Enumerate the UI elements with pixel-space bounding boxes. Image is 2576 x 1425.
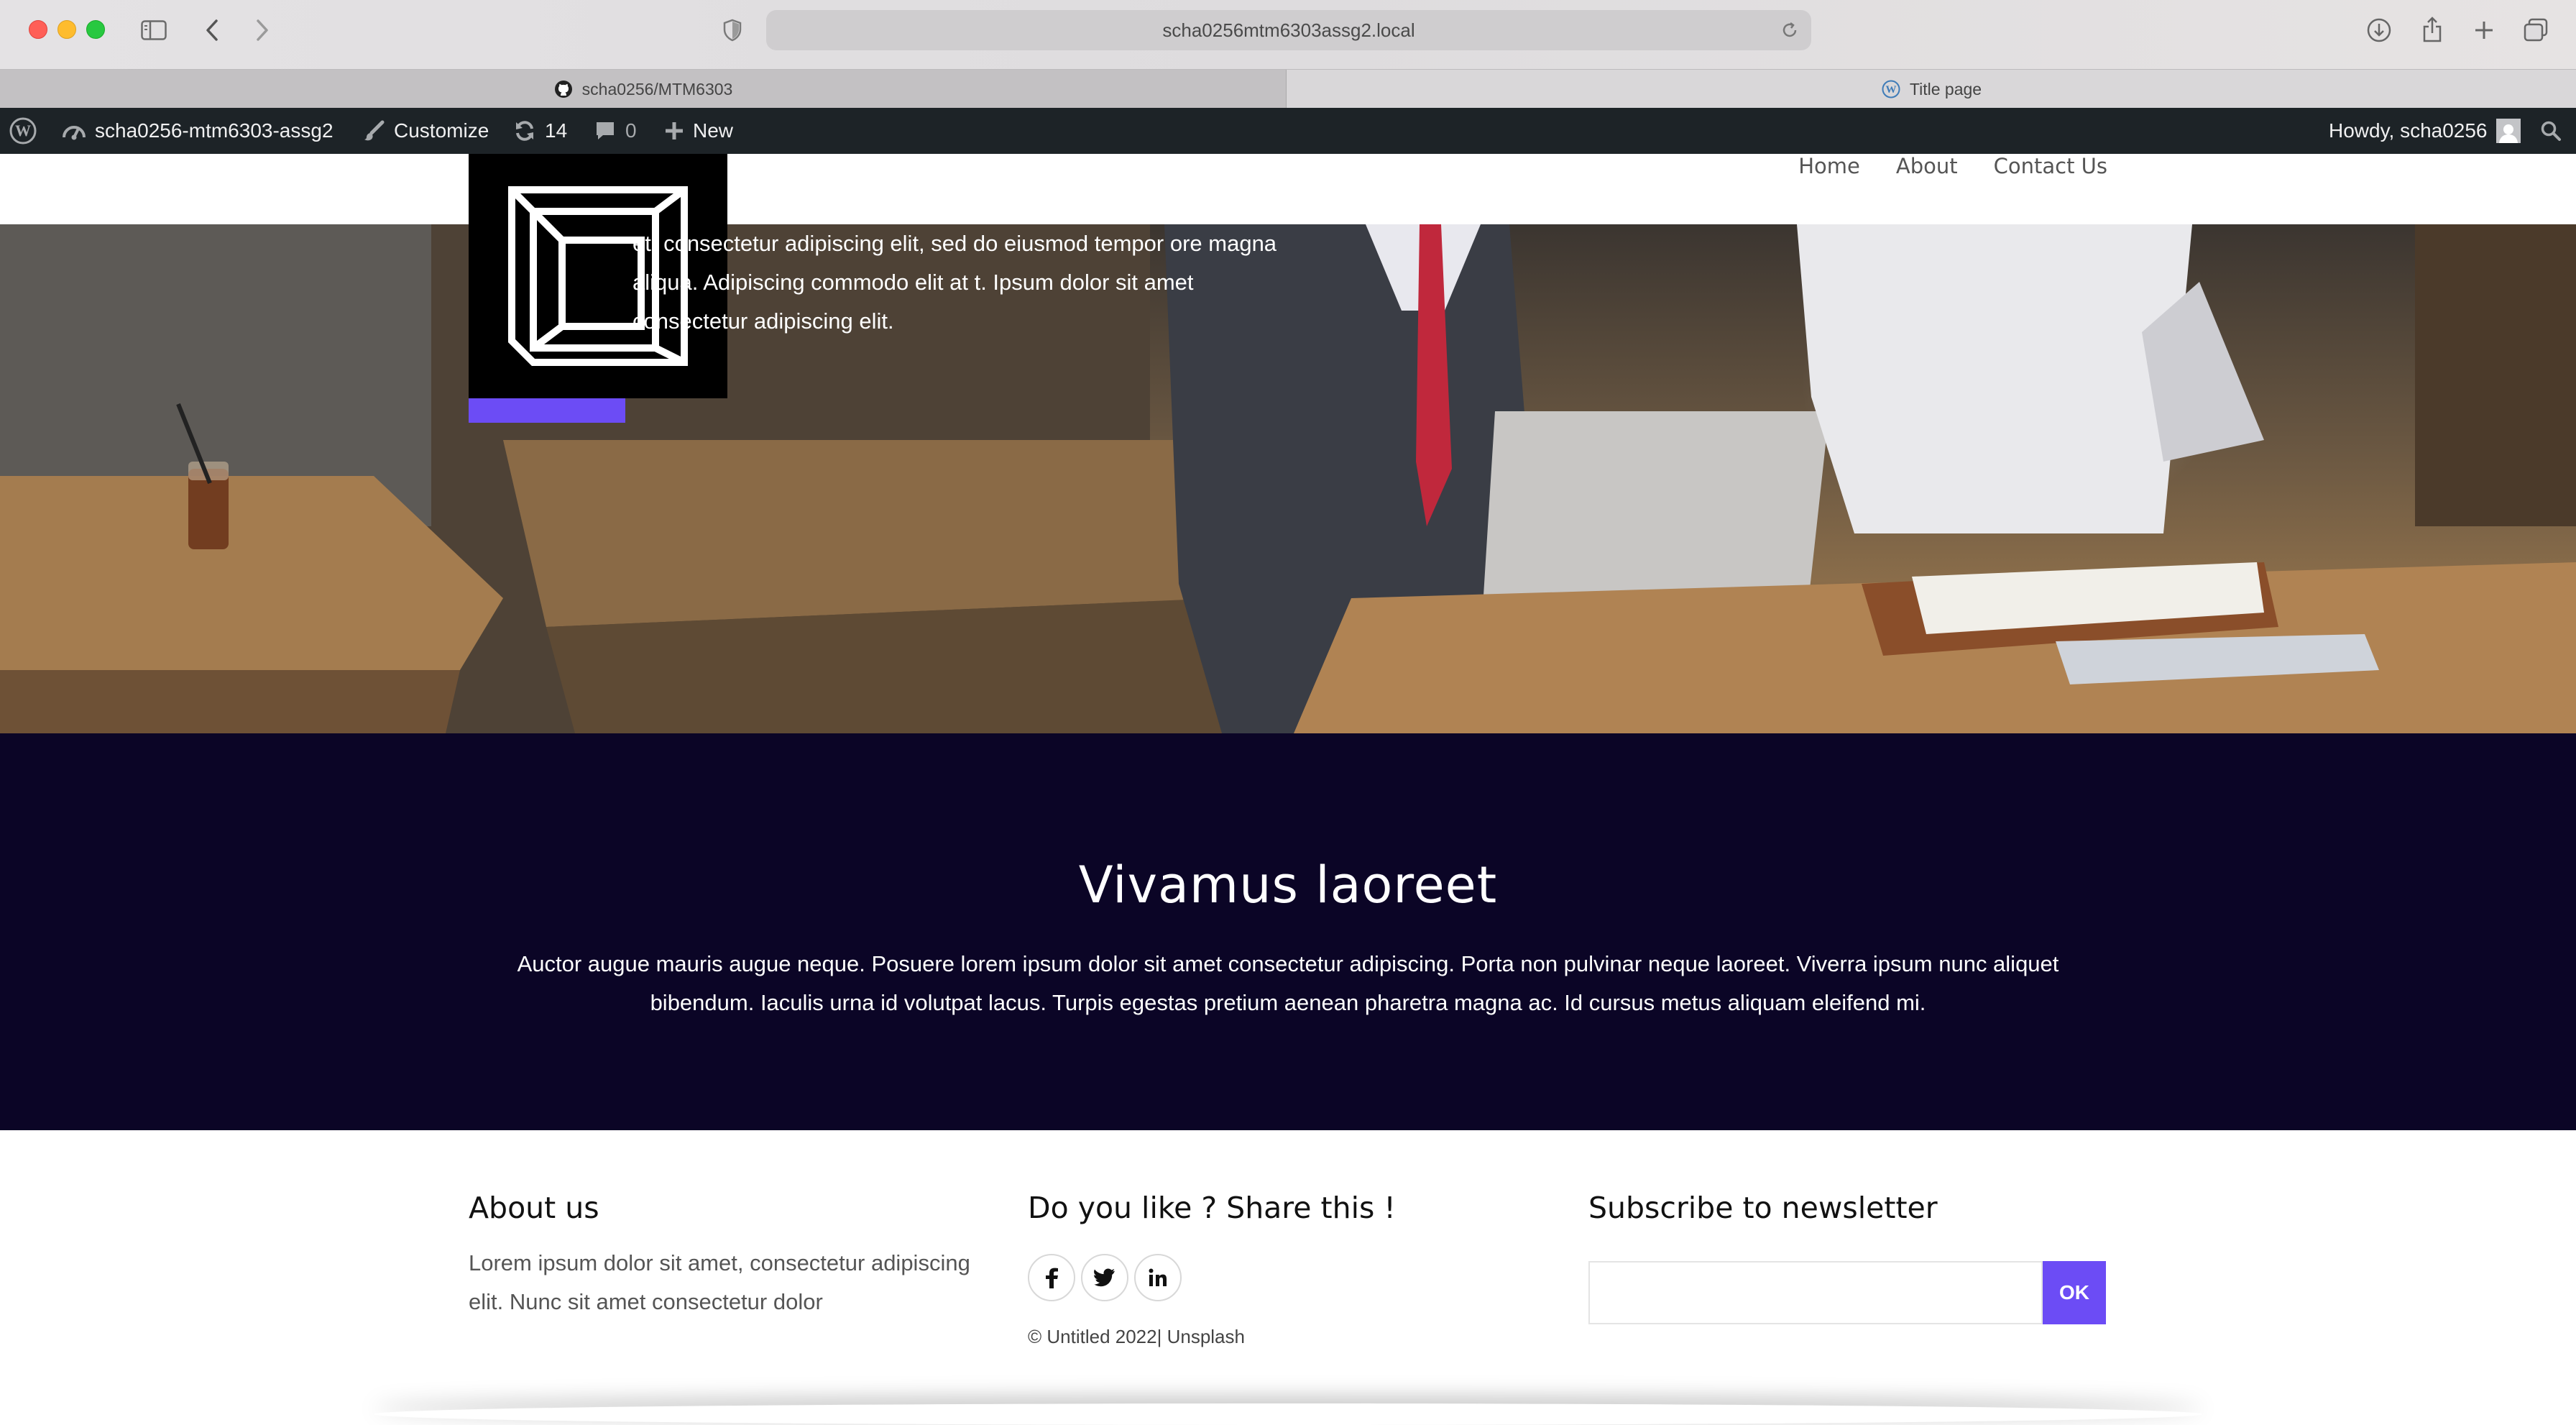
nav-contact-us[interactable]: Contact Us bbox=[1994, 154, 2107, 178]
url-text: scha0256mtm6303assg2.local bbox=[1162, 19, 1415, 41]
tab-github[interactable]: scha0256/MTM6303 bbox=[0, 70, 1287, 109]
paintbrush-icon bbox=[362, 119, 385, 142]
newsletter-form: OK bbox=[1588, 1261, 2106, 1324]
newsletter-title: Subscribe to newsletter bbox=[1588, 1191, 1938, 1225]
nav-home[interactable]: Home bbox=[1798, 154, 1860, 178]
dashboard-icon bbox=[62, 120, 86, 142]
about-title: About us bbox=[469, 1191, 599, 1225]
wordpress-logo-icon: W bbox=[9, 116, 37, 145]
updates-link[interactable]: 14 bbox=[513, 108, 567, 154]
page-bottom-shadow bbox=[374, 1403, 2202, 1425]
browser-toolbar: scha0256mtm6303assg2.local bbox=[0, 0, 2576, 69]
back-icon[interactable] bbox=[200, 16, 224, 45]
facebook-icon bbox=[1046, 1268, 1058, 1288]
feature-section: Vivamus laoreet Auctor augue mauris augu… bbox=[0, 733, 2576, 1130]
comments-count: 0 bbox=[625, 119, 637, 142]
linkedin-button[interactable] bbox=[1134, 1254, 1182, 1301]
howdy-label: Howdy, scha0256 bbox=[2329, 119, 2488, 142]
new-tab-icon[interactable] bbox=[2470, 16, 2498, 45]
tab-bar: scha0256/MTM6303 W Title page bbox=[0, 69, 2576, 109]
svg-text:W: W bbox=[15, 122, 31, 139]
updates-count: 14 bbox=[545, 119, 568, 142]
tab-label: scha0256/MTM6303 bbox=[581, 79, 733, 98]
nav-about[interactable]: About bbox=[1896, 154, 1958, 178]
sidebar-toggle-icon[interactable] bbox=[139, 16, 168, 45]
zoom-window-button[interactable] bbox=[86, 20, 105, 39]
wp-admin-bar: W scha0256-mtm6303-assg2 Customize 14 0 … bbox=[0, 108, 2576, 154]
section-title: Vivamus laoreet bbox=[1078, 856, 1498, 915]
updates-icon bbox=[513, 119, 536, 142]
admin-search-button[interactable] bbox=[2540, 108, 2562, 154]
tab-label: Title page bbox=[1909, 79, 1982, 98]
primary-navigation: Home About Contact Us bbox=[1798, 154, 2107, 178]
section-body: Auctor augue mauris augue neque. Posuere… bbox=[517, 951, 2059, 1015]
downloads-icon[interactable] bbox=[2365, 16, 2393, 45]
tab-overview-icon[interactable] bbox=[2521, 16, 2550, 45]
site-name-menu[interactable]: scha0256-mtm6303-assg2 bbox=[62, 108, 334, 154]
twitter-button[interactable] bbox=[1081, 1254, 1128, 1301]
privacy-shield-icon[interactable] bbox=[719, 16, 746, 45]
hero-photo-illustration bbox=[0, 224, 2576, 733]
comment-bubble-icon bbox=[594, 119, 617, 142]
newsletter-submit-button[interactable]: OK bbox=[2043, 1261, 2106, 1324]
footer-about: About us Lorem ipsum dolor sit amet, con… bbox=[469, 1191, 1000, 1321]
minimize-window-button[interactable] bbox=[58, 20, 76, 39]
site-header bbox=[0, 154, 2576, 224]
my-account-menu[interactable]: Howdy, scha0256 bbox=[2329, 108, 2521, 154]
customize-label: Customize bbox=[394, 119, 489, 142]
search-icon bbox=[2540, 120, 2562, 142]
customize-link[interactable]: Customize bbox=[362, 108, 489, 154]
new-content-menu[interactable]: New bbox=[664, 108, 733, 154]
forward-icon[interactable] bbox=[250, 16, 275, 45]
facebook-button[interactable] bbox=[1028, 1254, 1075, 1301]
footer-share: Do you like ? Share this ! © Untitled 20… bbox=[1028, 1191, 1396, 1348]
newsletter-email-input[interactable] bbox=[1588, 1261, 2043, 1324]
avatar bbox=[2496, 119, 2521, 143]
reload-icon[interactable] bbox=[1778, 19, 1801, 42]
hero-cta-button[interactable] bbox=[469, 398, 625, 423]
comments-link[interactable]: 0 bbox=[594, 108, 637, 154]
share-title: Do you like ? Share this ! bbox=[1028, 1191, 1396, 1225]
github-icon bbox=[553, 79, 574, 99]
hero-paragraph: et, consectetur adipiscing elit, sed do … bbox=[632, 231, 1277, 334]
address-bar[interactable]: scha0256mtm6303assg2.local bbox=[766, 10, 1811, 50]
share-icon[interactable] bbox=[2418, 14, 2447, 45]
copyright-text: © Untitled 2022| Unsplash bbox=[1028, 1326, 1245, 1347]
close-window-button[interactable] bbox=[29, 20, 47, 39]
twitter-icon bbox=[1094, 1268, 1115, 1287]
site-name-label: scha0256-mtm6303-assg2 bbox=[95, 119, 334, 142]
social-links bbox=[1028, 1254, 1396, 1301]
linkedin-icon bbox=[1149, 1268, 1167, 1286]
wordpress-icon: W bbox=[1881, 79, 1901, 99]
plus-icon bbox=[664, 121, 684, 141]
about-text: Lorem ipsum dolor sit amet, consectetur … bbox=[469, 1250, 970, 1314]
new-label: New bbox=[693, 119, 734, 142]
footer-newsletter: Subscribe to newsletter OK bbox=[1588, 1191, 2106, 1324]
svg-text:W: W bbox=[1885, 84, 1896, 96]
wp-logo-menu[interactable]: W bbox=[9, 108, 37, 154]
site-footer: About us Lorem ipsum dolor sit amet, con… bbox=[0, 1130, 2576, 1411]
hero-image bbox=[0, 224, 2576, 733]
tab-title-page[interactable]: W Title page bbox=[1287, 70, 2576, 109]
